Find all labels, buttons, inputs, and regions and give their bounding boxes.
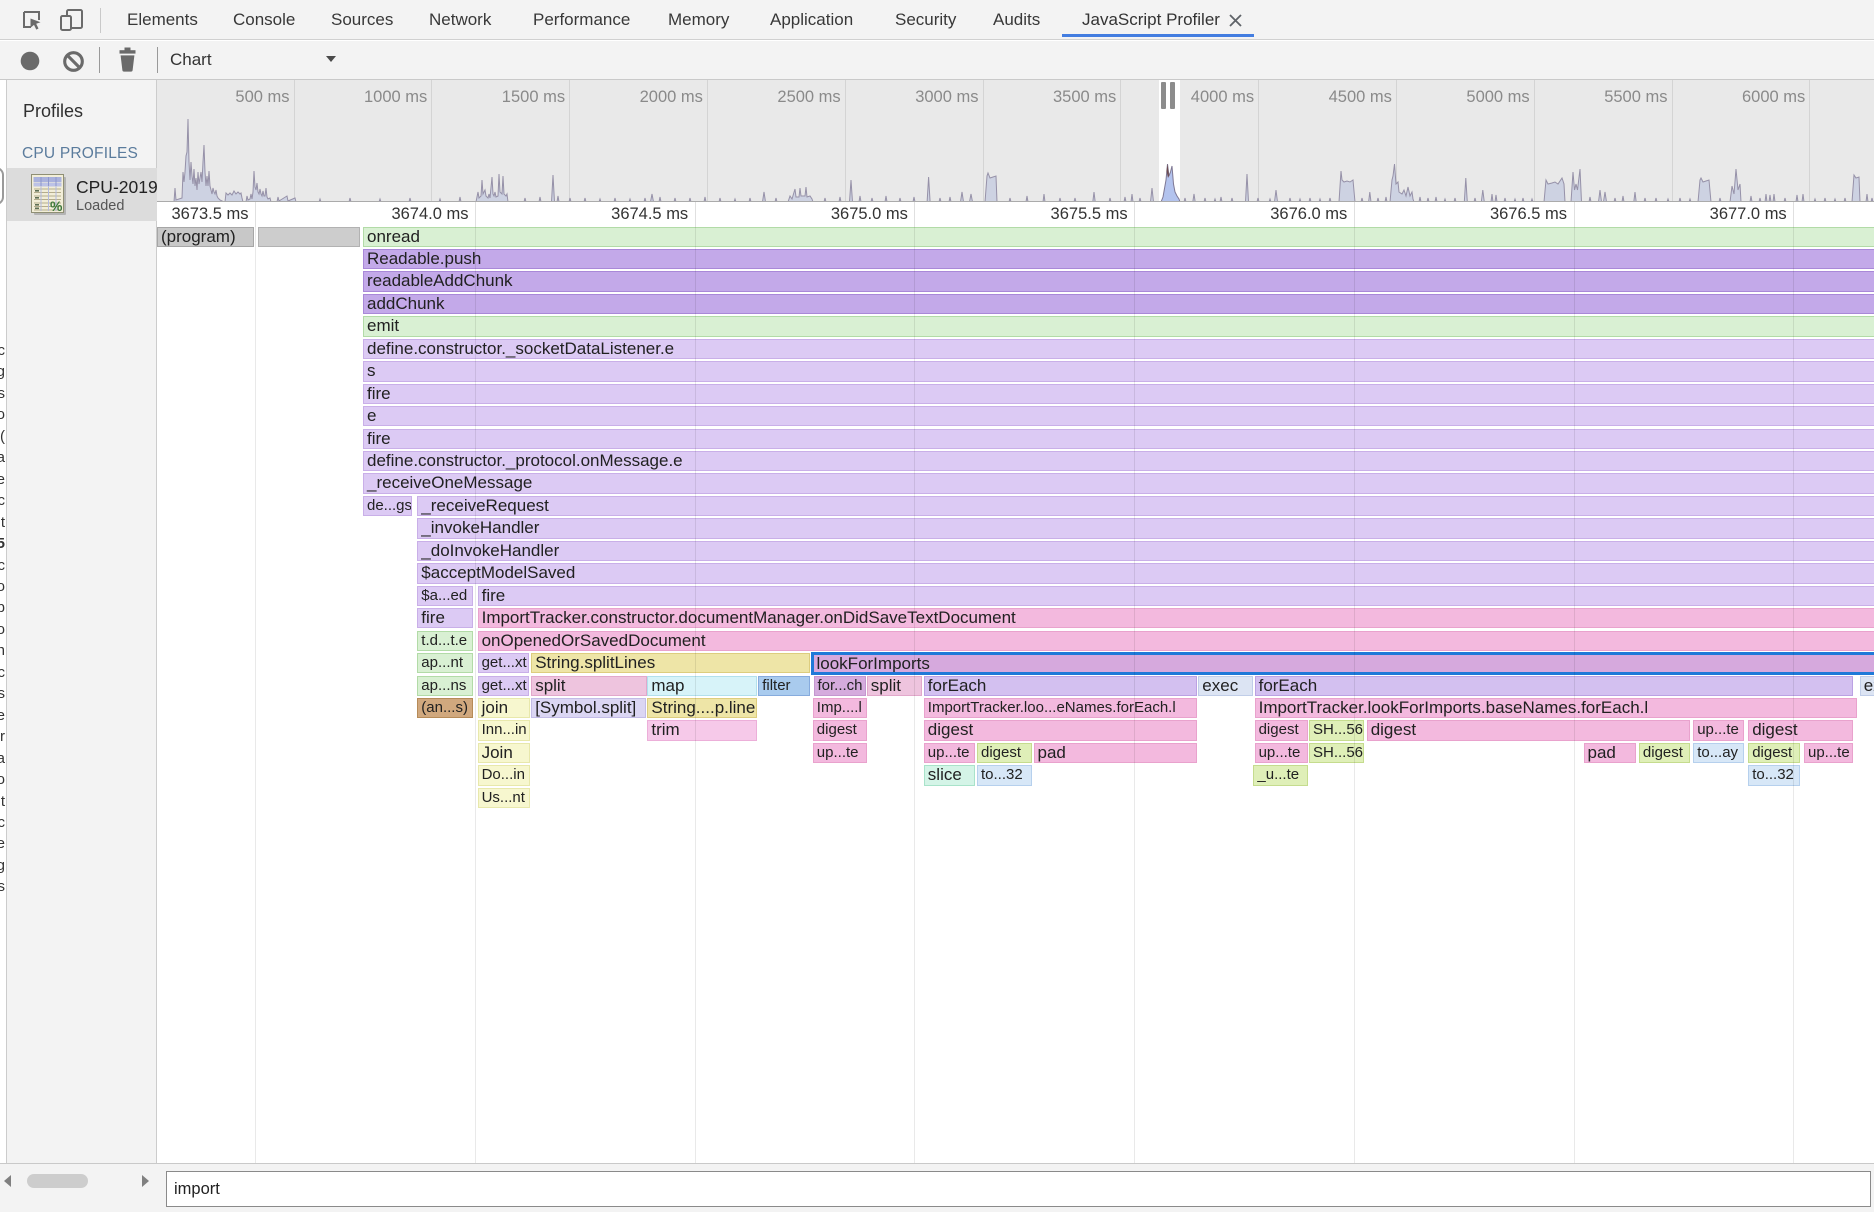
svg-text:%: %	[50, 198, 63, 214]
